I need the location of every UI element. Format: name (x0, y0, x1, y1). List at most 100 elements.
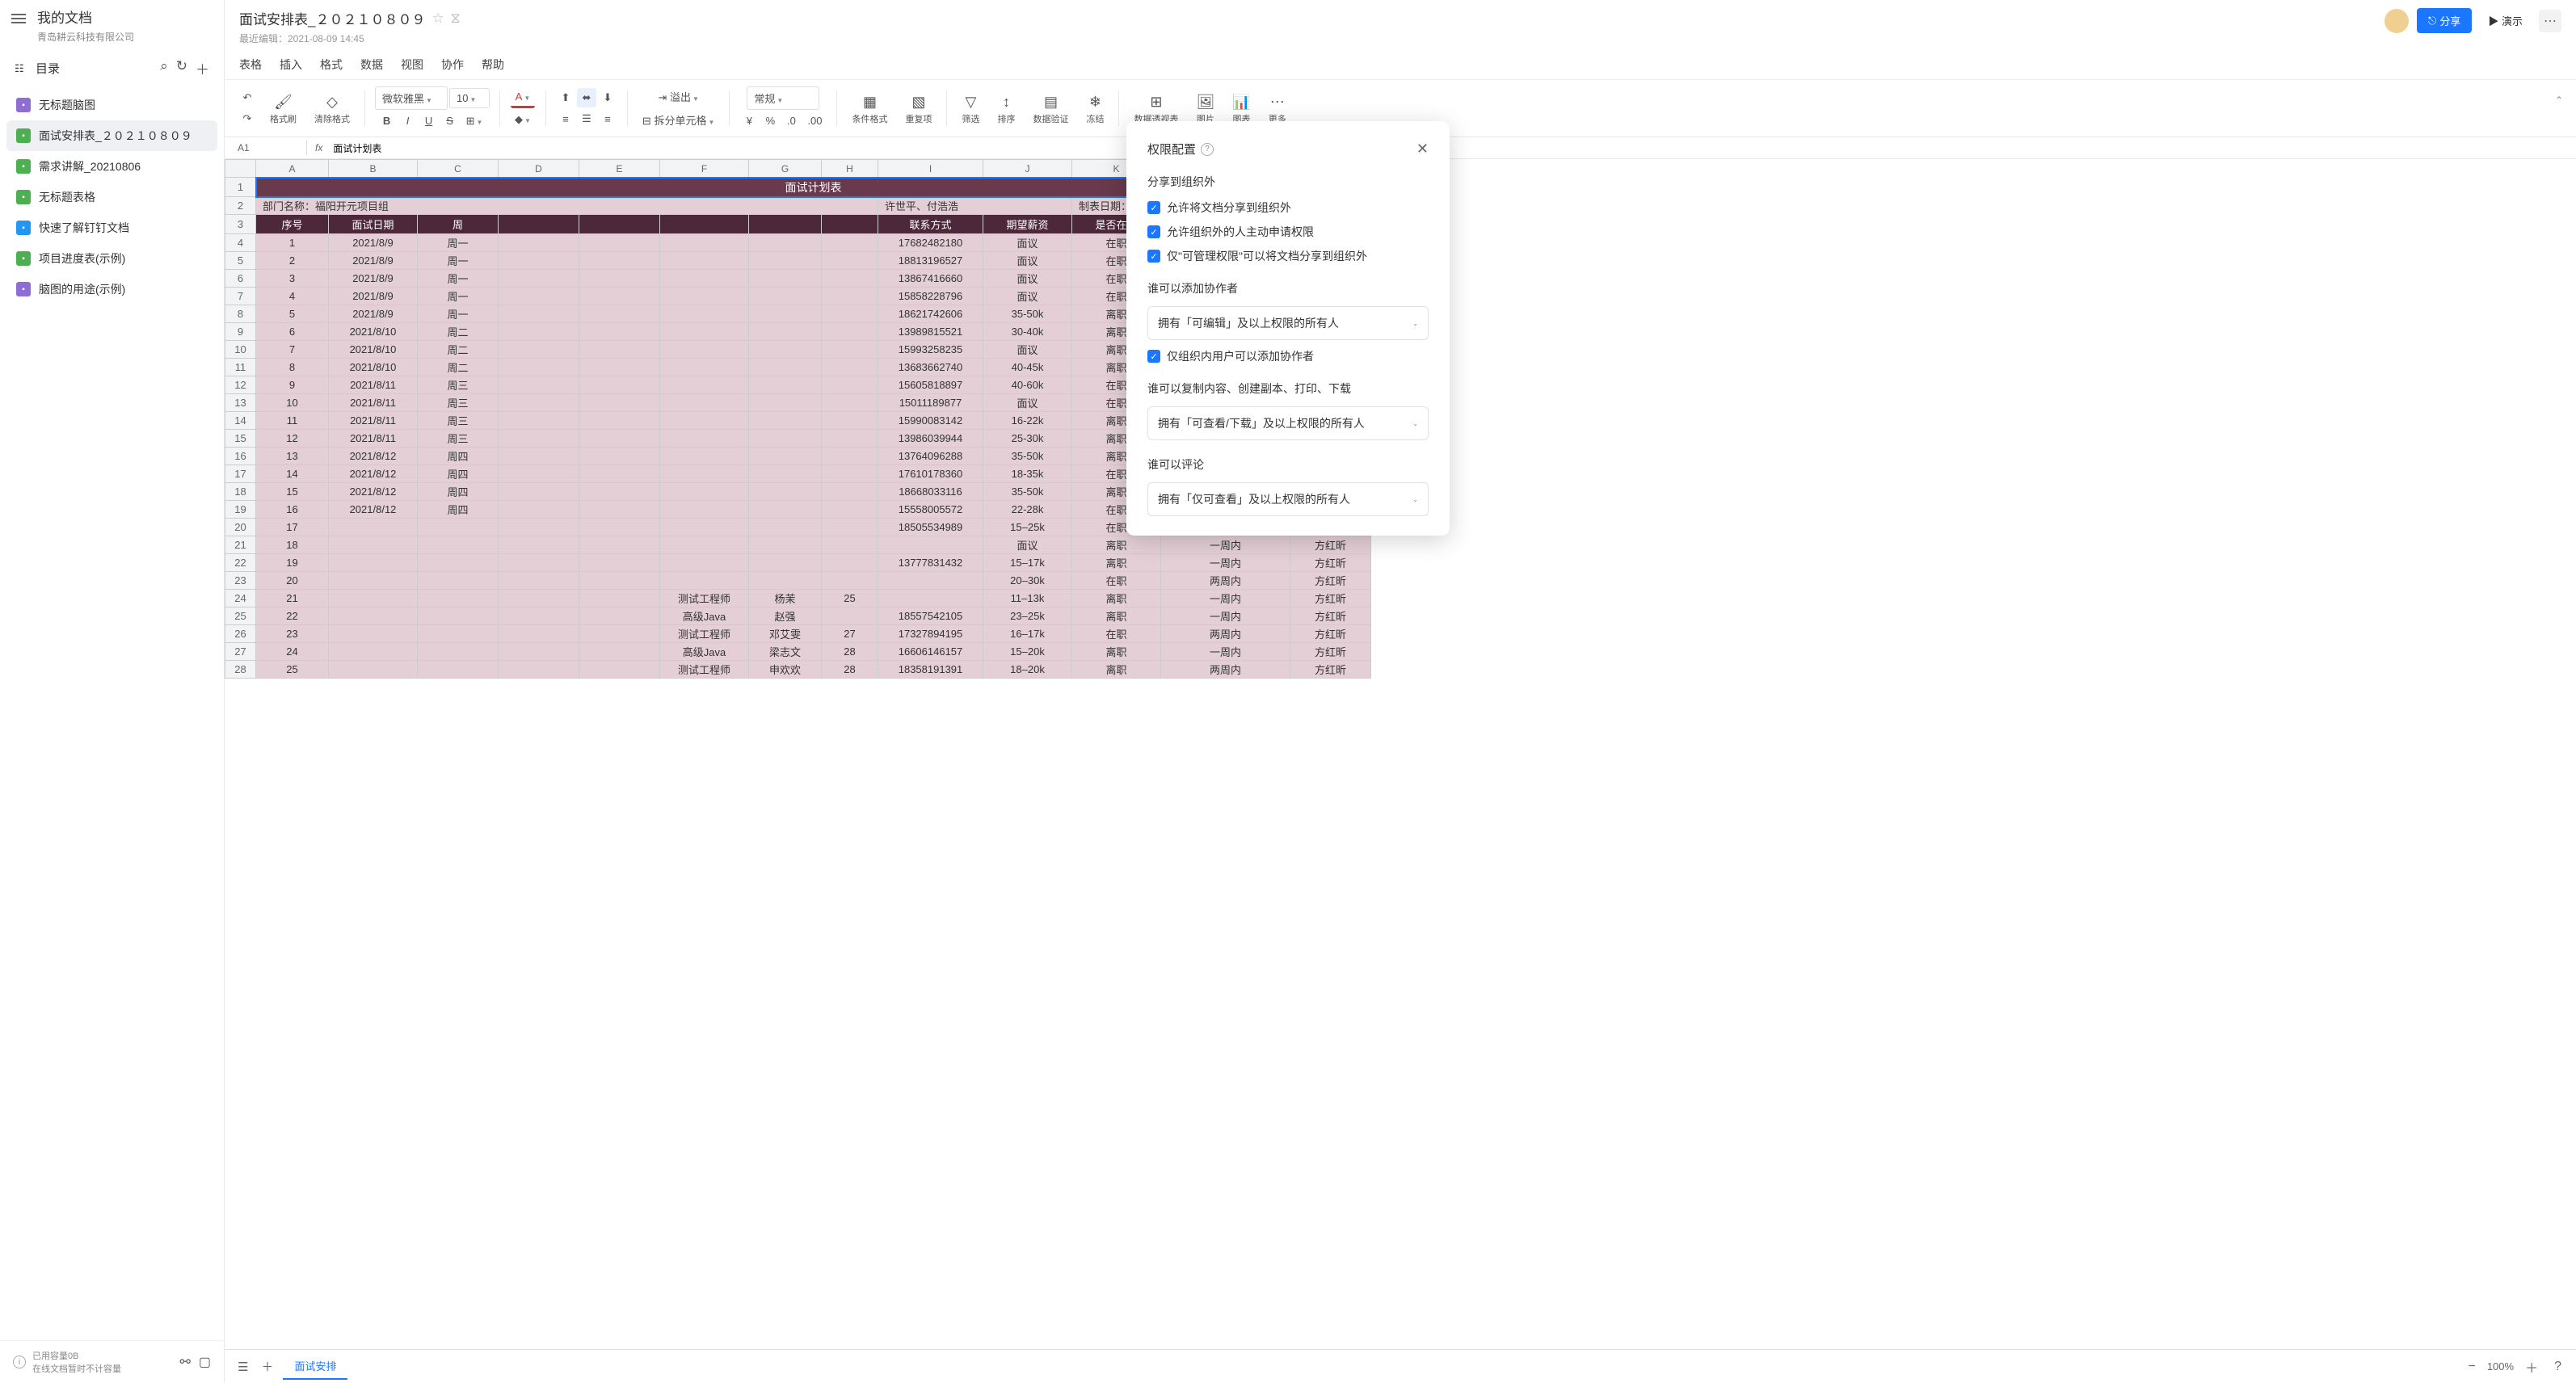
table-row[interactable]: 2623测试工程师邓艾雯271732789419516–17k在职两周内方红昕 (225, 625, 1371, 643)
zoom-out-icon[interactable]: − (2463, 1358, 2480, 1376)
overflow-select[interactable]: ⇥ 溢出▼ (653, 86, 703, 107)
doc-title: 面试安排表_２０２１０８０９ (239, 8, 425, 28)
format-brush[interactable]: 🖌格式刷 (265, 90, 301, 127)
avatar[interactable] (2384, 9, 2409, 33)
zoom-in-icon[interactable]: ＋ (2520, 1356, 2543, 1378)
doc-item[interactable]: ▪面试安排表_２０２１０８０９ (6, 120, 217, 151)
currency-icon[interactable]: ¥ (739, 111, 759, 130)
menu-item[interactable]: 协作 (441, 50, 464, 79)
table-row[interactable]: 2724高级Java梁志文281660614615715–20k离职一周内方红昕 (225, 643, 1371, 661)
table-row[interactable]: 2421测试工程师杨茉2511–13k离职一周内方红昕 (225, 590, 1371, 607)
font-size[interactable]: 10▼ (449, 88, 490, 108)
close-icon[interactable]: ✕ (1416, 141, 1429, 158)
menu-item[interactable]: 格式 (320, 50, 343, 79)
collapse-toolbar-icon[interactable]: ⌃ (2555, 95, 2563, 106)
zoom-value: 100% (2487, 1360, 2514, 1372)
fill-color-icon[interactable]: ◆▼ (510, 110, 536, 129)
search-icon[interactable]: ⌕ (160, 58, 168, 78)
checkbox-external-request[interactable]: ✓允许组织外的人主动申请权限 (1147, 224, 1429, 240)
validation[interactable]: ▤数据验证 (1028, 90, 1073, 127)
undo-icon[interactable]: ↶ (238, 88, 257, 107)
checkbox-org-only[interactable]: ✓仅组织内用户可以添加协作者 (1147, 348, 1429, 364)
doc-type-icon: ▪ (16, 98, 31, 112)
comment-perm-select[interactable]: 拥有「仅可查看」及以上权限的所有人⌄ (1147, 482, 1429, 516)
sort[interactable]: ↕排序 (992, 90, 1020, 127)
collaborator-select[interactable]: 拥有「可编辑」及以上权限的所有人⌄ (1147, 306, 1429, 340)
menu-item[interactable]: 帮助 (482, 50, 504, 79)
share-button[interactable]: ⎋ 分享 (2417, 8, 2472, 33)
table-row[interactable]: 2118面议离职一周内方红昕 (225, 536, 1371, 554)
table-row[interactable]: 232020–30k在职两周内方红昕 (225, 572, 1371, 590)
modal-section-2: 谁可以添加协作者 (1147, 280, 1429, 296)
column-header[interactable]: B (329, 160, 418, 178)
align-left-icon[interactable]: ≡ (556, 110, 575, 128)
help-icon[interactable]: ? (2549, 1358, 2566, 1376)
column-header[interactable]: F (660, 160, 749, 178)
text-color-icon[interactable]: A▼ (511, 87, 536, 108)
column-header[interactable]: C (418, 160, 499, 178)
sheet-list-icon[interactable]: ☰ (234, 1356, 251, 1377)
trash-icon[interactable]: ▢ (199, 1354, 211, 1370)
doc-type-icon: ▪ (16, 159, 31, 174)
strike-icon[interactable]: S (440, 111, 460, 130)
table-row[interactable]: 2825测试工程师申欢欢281835819139118–20k离职两周内方红昕 (225, 661, 1371, 679)
split-cell[interactable]: ⊟ 拆分单元格▼ (638, 109, 719, 131)
doc-item[interactable]: ▪无标题脑图 (6, 90, 217, 120)
column-header[interactable]: H (822, 160, 878, 178)
column-header[interactable]: G (749, 160, 822, 178)
redo-icon[interactable]: ↷ (238, 109, 257, 128)
add-sheet-icon[interactable]: ＋ (258, 1355, 276, 1378)
star-icon[interactable]: ☆ (431, 11, 444, 27)
conditional-format[interactable]: ▦条件格式 (847, 90, 892, 127)
menu-item[interactable]: 表格 (239, 50, 262, 79)
number-format[interactable]: 常规▼ (747, 86, 819, 110)
column-header[interactable]: A (256, 160, 329, 178)
percent-icon[interactable]: % (760, 111, 780, 130)
column-header[interactable]: J (983, 160, 1072, 178)
modal-help-icon[interactable]: ? (1201, 143, 1214, 156)
checkbox-share-external[interactable]: ✓允许将文档分享到组织外 (1147, 200, 1429, 216)
dec-dec-icon[interactable]: .00 (802, 111, 827, 130)
doc-item[interactable]: ▪快速了解钉钉文档 (6, 212, 217, 243)
add-icon[interactable]: ＋ (196, 58, 209, 78)
valign-top-icon[interactable]: ⬆ (556, 88, 575, 107)
font-select[interactable]: 微软雅黑▼ (375, 86, 448, 110)
section-label: 目录 (36, 60, 154, 77)
sheet-tab[interactable]: 面试安排 (283, 1353, 347, 1380)
doc-item[interactable]: ▪无标题表格 (6, 182, 217, 212)
table-row[interactable]: 2522高级Java赵强1855754210523–25k离职一周内方红昕 (225, 607, 1371, 625)
table-row[interactable]: 22191377783143215–17k离职一周内方红昕 (225, 554, 1371, 572)
align-right-icon[interactable]: ≡ (598, 110, 617, 128)
menu-icon[interactable] (11, 11, 27, 24)
present-button[interactable]: ▶ 演示 (2480, 8, 2531, 33)
doc-item[interactable]: ▪脑图的用途(示例) (6, 274, 217, 305)
checkbox-manage-only[interactable]: ✓仅"可管理权限"可以将文档分享到组织外 (1147, 248, 1429, 264)
info-icon[interactable]: i (13, 1356, 26, 1368)
column-header[interactable]: D (499, 160, 579, 178)
clear-format[interactable]: ◇清除格式 (309, 90, 355, 127)
notify-icon[interactable]: ⧖ (451, 11, 461, 27)
doc-item[interactable]: ▪需求讲解_20210806 (6, 151, 217, 182)
align-center-icon[interactable]: ☰ (577, 109, 596, 128)
border-icon[interactable]: ⊞▼ (461, 111, 488, 131)
italic-icon[interactable]: I (398, 111, 418, 130)
menu-item[interactable]: 数据 (360, 50, 383, 79)
valign-mid-icon[interactable]: ⬌ (577, 88, 596, 107)
freeze[interactable]: ❄冻结 (1081, 90, 1109, 127)
valign-bot-icon[interactable]: ⬇ (598, 88, 617, 107)
underline-icon[interactable]: U (419, 111, 439, 130)
doc-item[interactable]: ▪项目进度表(示例) (6, 243, 217, 274)
copy-perm-select[interactable]: 拥有「可查看/下载」及以上权限的所有人⌄ (1147, 406, 1429, 440)
menu-item[interactable]: 视图 (401, 50, 423, 79)
column-header[interactable]: I (878, 160, 983, 178)
bold-icon[interactable]: B (377, 111, 397, 130)
share-tree-icon[interactable]: ⚯ (179, 1354, 190, 1370)
filter[interactable]: ▽筛选 (957, 90, 984, 127)
refresh-icon[interactable]: ↻ (176, 58, 187, 78)
column-header[interactable]: E (579, 160, 660, 178)
duplicates[interactable]: ▧重复项 (900, 90, 937, 127)
menu-item[interactable]: 插入 (280, 50, 302, 79)
dec-inc-icon[interactable]: .0 (781, 111, 801, 130)
more-button[interactable]: ⋯ (2539, 10, 2561, 32)
cell-reference[interactable]: A1 (234, 141, 307, 155)
